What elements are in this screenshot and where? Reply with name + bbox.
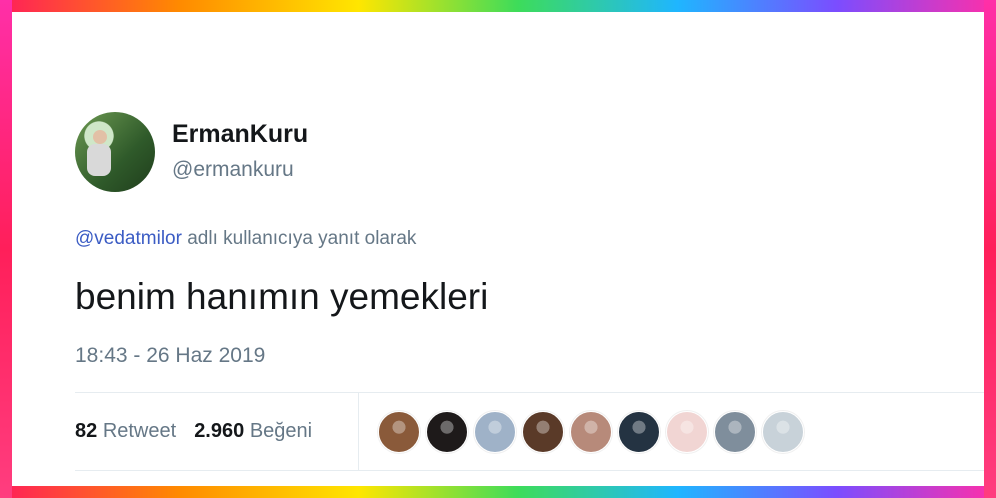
tweet-stats: 82 Retweet 2.960 Beğeni: [75, 420, 312, 443]
stats-divider-vertical: [358, 392, 359, 470]
liker-avatar-3[interactable]: [474, 411, 516, 453]
liker-avatar-9[interactable]: [762, 411, 804, 453]
like-label: Beğeni: [249, 420, 313, 442]
liker-avatar-7[interactable]: [666, 411, 708, 453]
stats-divider-bottom: [75, 470, 984, 471]
avatar-head-shape: [93, 130, 107, 144]
liker-avatar-5[interactable]: [570, 411, 612, 453]
retweet-stat[interactable]: 82 Retweet: [75, 420, 176, 442]
liker-avatar-8[interactable]: [714, 411, 756, 453]
profile-avatar[interactable]: [75, 112, 155, 192]
like-count: 2.960: [194, 420, 245, 442]
tweet-text: benim hanımın yemekleri: [75, 276, 489, 317]
avatar-body-shape: [87, 144, 111, 176]
like-stat[interactable]: 2.960 Beğeni: [194, 420, 312, 442]
liker-avatar-6[interactable]: [618, 411, 660, 453]
reply-context-text: adlı kullanıcıya yanıt olarak: [181, 228, 417, 249]
tweet-card: ErmanKuru @ermankuru @vedatmilor adlı ku…: [12, 12, 984, 486]
reply-context: @vedatmilor adlı kullanıcıya yanıt olara…: [75, 228, 416, 250]
stats-divider-top: [75, 392, 984, 393]
user-handle[interactable]: @ermankuru: [172, 158, 294, 182]
frame-left-edge: [0, 0, 12, 498]
retweet-label: Retweet: [102, 420, 177, 442]
retweet-count: 82: [75, 420, 98, 442]
tweet-timestamp[interactable]: 18:43 - 26 Haz 2019: [75, 344, 265, 368]
liker-avatar-1[interactable]: [378, 411, 420, 453]
reply-mention-link[interactable]: @vedatmilor: [75, 228, 182, 249]
liker-avatar-2[interactable]: [426, 411, 468, 453]
liker-avatar-4[interactable]: [522, 411, 564, 453]
frame-right-edge: [984, 0, 996, 498]
display-name[interactable]: ErmanKuru: [172, 120, 308, 149]
